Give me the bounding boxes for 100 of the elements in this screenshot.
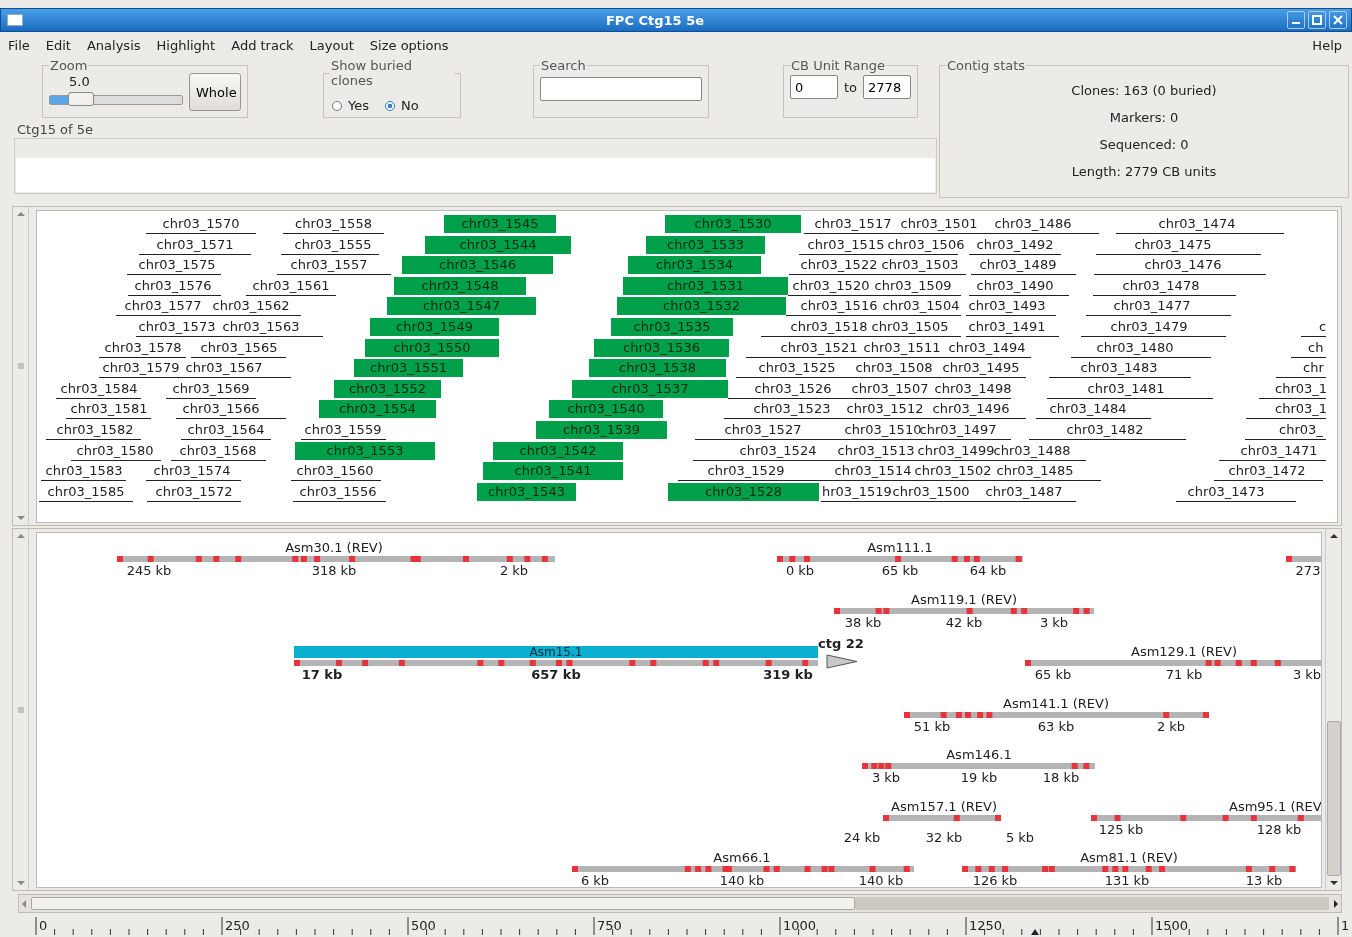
clone-label[interactable]: chr03_1512 (846, 400, 924, 419)
assembly-name[interactable]: Asm119.1 (REV) (911, 592, 1017, 607)
maximize-icon[interactable] (1308, 11, 1326, 29)
clone-label[interactable]: chr03_1527 (724, 421, 802, 439)
clone-label[interactable]: chr03_1473 (1187, 482, 1265, 501)
clone-label[interactable]: chr03_1521 (780, 338, 858, 357)
clone-label[interactable]: chr03_1557 (290, 256, 368, 275)
clone-label[interactable]: chr03_1578 (104, 338, 182, 357)
assembly-name[interactable]: Asm66.1 (713, 850, 771, 865)
menu-item[interactable]: File (8, 37, 30, 53)
range-to-field[interactable]: 2778 (863, 75, 912, 99)
clone-label[interactable]: chr (1303, 359, 1324, 378)
highlighted-clone[interactable]: chr03_1539 (536, 421, 667, 439)
assembly-name[interactable]: Asm129.1 (REV) (1131, 644, 1237, 659)
clone-label[interactable]: chr03_1510 (844, 421, 922, 439)
clone-label[interactable]: chr03_1483 (1080, 359, 1158, 378)
highlighted-assembly[interactable]: Asm15.1 (294, 646, 818, 658)
highlighted-clone[interactable]: chr03_1549 (370, 318, 499, 336)
minimize-icon[interactable] (1287, 11, 1305, 29)
clone-label[interactable]: c (1319, 318, 1327, 336)
assembly-name[interactable]: Asm111.1 (867, 540, 933, 555)
assembly-name[interactable]: Asm95.1 (REV (1229, 799, 1321, 814)
clone-label[interactable]: chr03_1520 (792, 276, 870, 295)
clone-label[interactable]: chr03_1581 (70, 400, 148, 419)
radio-label[interactable]: No (401, 98, 419, 113)
clone-label[interactable]: chr03_1497 (919, 421, 997, 439)
clone-label[interactable]: chr03_1566 (182, 400, 260, 419)
highlighted-clone[interactable]: chr03_1530 (665, 215, 801, 233)
highlighted-clone[interactable]: chr03_1531 (623, 276, 788, 295)
clone-label[interactable]: hr03_1519 (822, 482, 892, 501)
clone-label[interactable]: chr03_1565 (200, 338, 278, 357)
clone-label[interactable]: chr03_1478 (1122, 276, 1200, 295)
radio-label[interactable]: Yes (348, 98, 369, 113)
clone-label[interactable]: chr03_1529 (707, 462, 785, 481)
assembly-name[interactable]: Asm157.1 (REV) (891, 799, 997, 814)
whole-button[interactable]: Whole (189, 73, 241, 111)
clone-label[interactable]: chr03_1525 (758, 359, 836, 378)
clone-label[interactable]: chr03_1474 (1158, 215, 1236, 233)
clone-label[interactable]: chr03_1584 (60, 379, 138, 398)
highlighted-clone[interactable]: chr03_1536 (594, 338, 729, 357)
highlighted-clone[interactable]: chr03_1537 (572, 379, 728, 398)
clone-label[interactable]: chr03_1517 (814, 215, 892, 233)
range-from-field[interactable]: 0 (790, 75, 838, 99)
clone-label[interactable]: chr03_1561 (252, 276, 330, 295)
clone-label[interactable]: chr03_1495 (942, 359, 1020, 378)
clone-label[interactable]: chr03_1491 (968, 318, 1046, 336)
clone-label[interactable]: chr03_1511 (863, 338, 941, 357)
clone-label[interactable]: chr03_1501 (900, 215, 978, 233)
close-icon[interactable] (1329, 11, 1347, 29)
menu-item[interactable]: Layout (309, 37, 354, 53)
clone-label[interactable]: chr03_1509 (874, 276, 952, 295)
clone-label[interactable]: chr03_1583 (45, 462, 123, 481)
clone-label[interactable]: chr03_1523 (753, 400, 831, 419)
clone-label[interactable]: chr03_1477 (1113, 297, 1191, 316)
triangle-arrow-icon[interactable] (826, 654, 859, 669)
clone-label[interactable]: chr03_1569 (172, 379, 250, 398)
vertical-scrollbar[interactable] (1325, 529, 1341, 890)
clone-label[interactable]: chr03_1500 (892, 482, 970, 501)
highlighted-clone[interactable]: chr03_1538 (589, 359, 726, 378)
clone-label[interactable]: chr03_1493 (968, 297, 1046, 316)
highlighted-clone[interactable]: chr03_1540 (549, 400, 663, 419)
clone-label[interactable]: ch (1308, 338, 1324, 357)
clone-label[interactable]: chr03_1487 (985, 482, 1063, 501)
zoom-slider[interactable] (49, 95, 183, 105)
menu-item[interactable]: Highlight (156, 37, 216, 53)
highlighted-clone[interactable]: chr03_1532 (617, 297, 786, 316)
clone-label[interactable]: chr03_1571 (156, 235, 234, 254)
clone-label[interactable]: chr03_1492 (976, 235, 1054, 254)
highlighted-clone[interactable]: chr03_1550 (365, 338, 499, 357)
clone-label[interactable]: chr03_1508 (855, 359, 933, 378)
highlighted-clone[interactable]: chr03_1534 (628, 256, 761, 275)
clone-label[interactable]: chr03_1499 (917, 441, 995, 460)
clone-label[interactable]: chr03_1514 (834, 462, 912, 481)
clone-label[interactable]: chr03_1555 (294, 235, 372, 254)
scroll-right-icon[interactable] (1331, 897, 1341, 910)
clone-label[interactable]: chr03_1496 (932, 400, 1010, 419)
menu-item[interactable]: Edit (45, 37, 71, 53)
highlighted-clone[interactable]: chr03_1542 (493, 441, 623, 460)
highlighted-clone[interactable]: chr03_1546 (402, 256, 553, 275)
clone-label[interactable]: chr03_1479 (1110, 318, 1188, 336)
clone-label[interactable]: chr03_1582 (56, 421, 134, 439)
assembly-name[interactable]: Asm81.1 (REV) (1080, 850, 1178, 865)
clone-label[interactable]: chr03_1515 (807, 235, 885, 254)
assembly-name[interactable]: Asm141.1 (REV) (1003, 696, 1109, 711)
scrollbar-thumb[interactable] (1326, 721, 1341, 876)
horizontal-scrollbar[interactable] (18, 894, 1342, 913)
clone-label[interactable]: chr03_1471 (1240, 441, 1318, 460)
clone-label[interactable]: chr03_1575 (138, 256, 216, 275)
clone-label[interactable]: chr03_1485 (996, 462, 1074, 481)
clone-label[interactable]: chr03_1576 (134, 276, 212, 295)
highlighted-clone[interactable]: chr03_1552 (334, 379, 441, 398)
highlighted-clone[interactable]: chr03_1545 (444, 215, 556, 233)
clone-label[interactable]: chr03_1488 (993, 441, 1071, 460)
highlighted-clone[interactable]: chr03_1547 (387, 297, 536, 316)
clone-label[interactable]: chr03_1560 (296, 462, 374, 481)
clone-label[interactable]: chr03_1572 (155, 482, 233, 501)
clone-label[interactable]: chr03_1558 (295, 215, 372, 233)
contig-link-label[interactable]: ctg 22 (818, 636, 864, 651)
clone-label[interactable]: chr03_1503 (881, 256, 959, 275)
highlighted-clone[interactable]: chr03_1554 (319, 400, 436, 419)
